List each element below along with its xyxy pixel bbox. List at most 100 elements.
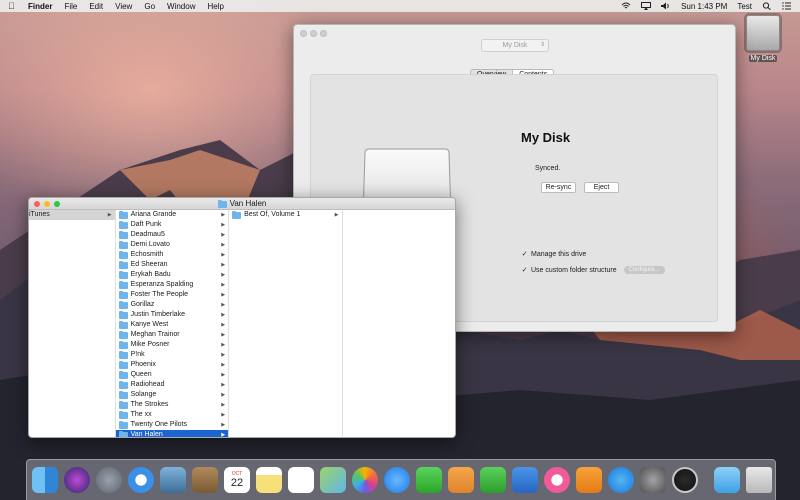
manage-drive-row: ✓ Manage this drive — [521, 251, 587, 258]
item-label: Echosmith — [130, 251, 164, 258]
disk-select[interactable]: My Disk ⇕ — [481, 39, 549, 52]
messages-icon[interactable] — [384, 467, 410, 493]
disclosure-arrow-icon: ▶ — [221, 242, 226, 248]
disclosure-arrow-icon: ▶ — [334, 212, 339, 218]
list-item[interactable]: Echosmith ▶ — [116, 250, 228, 260]
spotlight-search-icon[interactable] — [762, 2, 772, 10]
eject-button[interactable]: Eject — [584, 182, 619, 193]
list-item[interactable]: Meghan Trainor ▶ — [116, 330, 228, 340]
list-item[interactable]: Deadmau5 ▶ — [116, 230, 228, 240]
folder-icon — [118, 250, 128, 259]
menu-go[interactable]: Go — [144, 2, 155, 11]
configure-button[interactable]: Configure... — [623, 266, 665, 274]
menu-window[interactable]: Window — [167, 2, 195, 11]
my-disk-app-icon[interactable] — [672, 467, 698, 493]
desktop-disk-item[interactable]: My Disk — [744, 15, 782, 65]
maps-icon[interactable] — [320, 467, 346, 493]
menu-view[interactable]: View — [115, 2, 132, 11]
disclosure-arrow-icon: ▶ — [221, 422, 226, 428]
list-item[interactable]: The Strokes ▶ — [116, 400, 228, 410]
list-item[interactable]: P!nk ▶ — [116, 350, 228, 360]
finder-minimize-button[interactable] — [44, 201, 50, 207]
disclosure-arrow-icon: ▶ — [221, 302, 226, 308]
disclosure-arrow-icon: ▶ — [221, 272, 226, 278]
itunes-icon[interactable] — [544, 467, 570, 493]
airplay-icon[interactable] — [641, 2, 652, 10]
downloads-folder-icon[interactable] — [714, 467, 740, 493]
calendar-icon[interactable]: OCT 22 — [224, 467, 250, 493]
column-2: Ariana Grande ▶ Daft Punk ▶ Deadmau5 ▶ Demi Lo… — [115, 210, 230, 437]
contacts-icon[interactable] — [192, 467, 218, 493]
system-preferences-icon[interactable] — [640, 467, 666, 493]
list-item[interactable]: Radiohead ▶ — [116, 380, 228, 390]
list-item[interactable]: Foster The People ▶ — [116, 290, 228, 300]
disclosure-arrow-icon: ▶ — [221, 232, 226, 238]
finder-icon[interactable] — [32, 467, 58, 493]
list-item[interactable]: Van Halen ▶ — [115, 430, 229, 437]
facetime-icon[interactable] — [416, 467, 442, 493]
list-item[interactable]: Kanye West ▶ — [116, 320, 228, 330]
folder-icon — [118, 420, 128, 429]
resync-button[interactable]: Re-sync — [541, 182, 576, 193]
item-label: Gorillaz — [130, 301, 155, 308]
disclosure-arrow-icon: ▶ — [221, 412, 226, 418]
close-button[interactable] — [300, 30, 307, 37]
finder-window-title: Van Halen — [229, 199, 267, 208]
list-item[interactable]: iTunes ▶ — [29, 210, 115, 220]
list-item[interactable]: Twenty One Pilots ▶ — [116, 420, 228, 430]
manage-drive-checkbox[interactable]: ✓ — [521, 251, 528, 258]
list-item[interactable]: Ed Sheeran ▶ — [116, 260, 228, 270]
finder-close-button[interactable] — [34, 201, 40, 207]
folder-icon — [118, 430, 128, 437]
minimize-button[interactable] — [310, 30, 317, 37]
list-item[interactable]: Erykah Badu ▶ — [116, 270, 228, 280]
launchpad-icon[interactable] — [96, 467, 122, 493]
list-item[interactable]: Justin Timberlake ▶ — [116, 310, 228, 320]
list-item[interactable]: Demi Lovato ▶ — [116, 240, 228, 250]
finder-zoom-button[interactable] — [54, 201, 60, 207]
folder-icon — [118, 400, 128, 409]
disclosure-arrow-icon: ▶ — [221, 332, 226, 338]
list-item[interactable]: Mike Posner ▶ — [116, 340, 228, 350]
menu-file[interactable]: File — [64, 2, 77, 11]
item-label: Erykah Badu — [130, 271, 171, 278]
mail-icon[interactable] — [160, 467, 186, 493]
siri-icon[interactable] — [64, 467, 90, 493]
photos-icon[interactable] — [352, 467, 378, 493]
list-item[interactable]: Daft Punk ▶ — [116, 220, 228, 230]
custom-structure-checkbox[interactable]: ✓ — [521, 267, 528, 274]
list-item[interactable]: Esperanza Spalding ▶ — [116, 280, 228, 290]
list-item[interactable]: Phoenix ▶ — [116, 360, 228, 370]
volume-icon[interactable] — [661, 2, 671, 10]
keynote-icon[interactable] — [512, 467, 538, 493]
notification-center-icon[interactable] — [782, 2, 792, 10]
disclosure-arrow-icon: ▶ — [221, 362, 226, 368]
list-item[interactable]: The xx ▶ — [116, 410, 228, 420]
disclosure-arrow-icon: ▶ — [221, 322, 226, 328]
numbers-icon[interactable] — [480, 467, 506, 493]
safari-icon[interactable] — [128, 467, 154, 493]
menu-help[interactable]: Help — [207, 2, 223, 11]
list-item[interactable]: Queen ▶ — [116, 370, 228, 380]
pages-icon[interactable] — [448, 467, 474, 493]
zoom-button[interactable] — [320, 30, 327, 37]
trash-icon[interactable] — [746, 467, 772, 493]
reminders-icon[interactable] — [288, 467, 314, 493]
dock: OCT 22 — [26, 459, 776, 500]
menu-edit[interactable]: Edit — [89, 2, 103, 11]
apple-menu-icon[interactable]:  — [8, 1, 18, 11]
menu-clock[interactable]: Sun 1:43 PM — [681, 2, 727, 11]
wifi-icon[interactable] — [621, 2, 631, 10]
ibooks-icon[interactable] — [576, 467, 602, 493]
notes-icon[interactable] — [256, 467, 282, 493]
list-item[interactable]: Best Of, Volume 1 ▶ — [229, 210, 341, 220]
list-item[interactable]: Gorillaz ▶ — [116, 300, 228, 310]
user-menu[interactable]: Test — [737, 2, 752, 11]
disclosure-arrow-icon: ▶ — [221, 392, 226, 398]
list-item[interactable]: Solange ▶ — [116, 390, 228, 400]
item-label: Justin Timberlake — [130, 311, 186, 318]
app-store-icon[interactable] — [608, 467, 634, 493]
app-menu-finder[interactable]: Finder — [28, 2, 52, 11]
list-item[interactable]: Ariana Grande ▶ — [116, 210, 228, 220]
disk-select-value: My Disk — [502, 42, 528, 49]
